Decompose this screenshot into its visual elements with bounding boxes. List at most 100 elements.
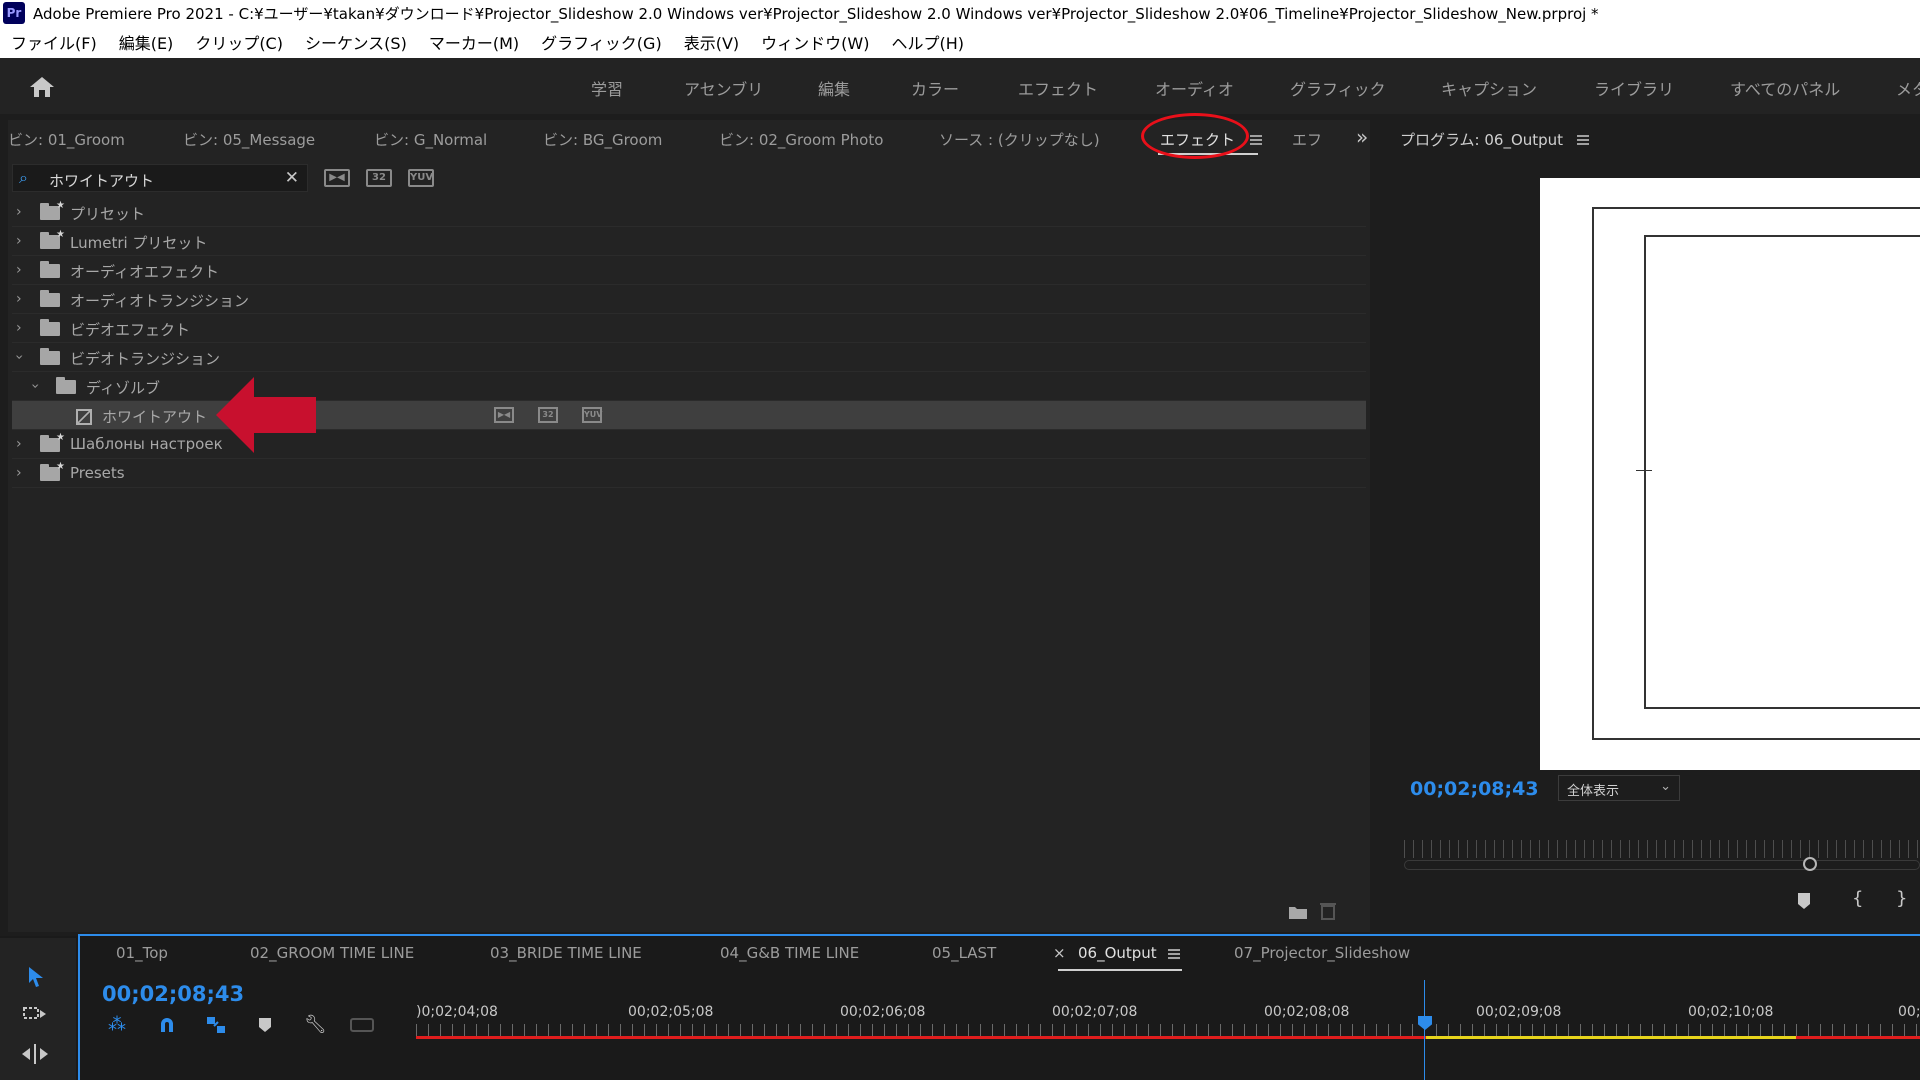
program-zoom-scrollbar[interactable] <box>1404 860 1920 870</box>
clear-search-icon[interactable]: ✕ <box>285 168 299 188</box>
menu-help[interactable]: ヘルプ(H) <box>880 30 975 54</box>
workspace-assembly[interactable]: アセンブリ <box>684 76 763 100</box>
star-icon: ★ <box>56 432 65 443</box>
menu-file[interactable]: ファイル(F) <box>0 30 108 54</box>
star-icon: ★ <box>56 200 65 211</box>
nest-sequence-icon[interactable]: ⁂ <box>108 1014 126 1035</box>
chevron-right-icon[interactable]: › <box>16 262 22 278</box>
workspace-audio[interactable]: オーディオ <box>1155 76 1234 100</box>
close-tab-icon[interactable]: × <box>1053 944 1066 962</box>
tab-bin-01-groom[interactable]: ビン: 01_Groom <box>8 129 125 150</box>
timeline-timecode[interactable]: 00;02;08;43 <box>102 982 244 1006</box>
list-item[interactable]: › ★ プリセット <box>12 198 1366 227</box>
workspace-captions[interactable]: キャプション <box>1441 76 1537 100</box>
menu-sequence[interactable]: シーケンス(S) <box>294 30 418 54</box>
timecode-label: )0;02;04;08 <box>416 1004 498 1020</box>
chevron-right-icon[interactable]: › <box>16 291 22 307</box>
window-title: Adobe Premiere Pro 2021 - C:¥ユーザー¥takan¥… <box>33 4 1599 23</box>
accelerated-effects-filter-icon[interactable]: ▶◀ <box>324 169 350 187</box>
32bit-filter-icon[interactable]: 32 <box>366 169 392 187</box>
program-monitor-title: プログラム: 06_Output <box>1400 131 1564 149</box>
mark-in-icon[interactable]: { <box>1852 888 1863 909</box>
list-item[interactable]: › ★ Presets <box>12 459 1366 488</box>
add-marker-icon[interactable] <box>258 1017 272 1033</box>
effects-search[interactable]: ⌕ ホワイトアウト ✕ <box>12 164 308 192</box>
new-bin-icon[interactable] <box>1288 904 1308 920</box>
program-time-ruler[interactable] <box>1404 840 1920 858</box>
zoom-level-select[interactable]: 全体表示 ⌄ <box>1558 775 1680 801</box>
add-marker-icon[interactable] <box>1797 892 1811 910</box>
selection-tool-icon[interactable] <box>26 966 46 988</box>
workspace-effects[interactable]: エフェクト <box>1018 76 1098 100</box>
workspace-learn[interactable]: 学習 <box>591 76 623 100</box>
tab-effects-truncated[interactable]: エフ <box>1292 129 1322 150</box>
tab-source[interactable]: ソース : (クリップなし) <box>939 129 1100 150</box>
chevron-down-icon[interactable]: › <box>11 354 27 360</box>
workspace-all-panels[interactable]: すべてのパネル <box>1730 76 1840 100</box>
tab-sequence-06-output[interactable]: 06_Output <box>1078 944 1157 962</box>
track-select-tool-icon[interactable] <box>22 1004 50 1026</box>
effects-panel-menu-icon[interactable] <box>1250 135 1262 145</box>
tab-bin-bg-groom[interactable]: ビン: BG_Groom <box>543 129 662 150</box>
chevron-down-icon: ⌄ <box>1660 779 1671 794</box>
tab-bin-g-normal[interactable]: ビン: G_Normal <box>374 129 487 150</box>
workspace-libraries[interactable]: ライブラリ <box>1594 76 1674 100</box>
scrollbar-handle[interactable] <box>1803 857 1817 871</box>
tab-sequence-05-last[interactable]: 05_LAST <box>932 944 996 962</box>
timeline-panel-menu-icon[interactable] <box>1168 949 1180 959</box>
list-item[interactable]: › ビデオトランジション <box>11 343 1366 372</box>
video-inner-frame <box>1644 235 1920 709</box>
timecode-label: 00;02;05;08 <box>628 1004 714 1020</box>
chevron-right-icon[interactable]: › <box>16 436 22 452</box>
chevron-down-icon[interactable]: › <box>27 383 43 389</box>
wrench-icon[interactable]: 🔧︎ <box>304 1014 327 1035</box>
folder-icon <box>40 319 60 336</box>
tab-sequence-04-gb[interactable]: 04_G&B TIME LINE <box>720 944 859 962</box>
star-icon: ★ <box>56 229 65 240</box>
tab-sequence-02-groom[interactable]: 02_GROOM TIME LINE <box>250 944 414 962</box>
mark-out-icon[interactable]: } <box>1896 888 1907 909</box>
tab-bin-05-message[interactable]: ビン: 05_Message <box>183 129 315 150</box>
menu-window[interactable]: ウィンドウ(W) <box>750 30 880 54</box>
playhead-line[interactable] <box>1424 980 1425 1080</box>
home-icon[interactable] <box>28 75 56 99</box>
list-item[interactable]: › ビデオエフェクト <box>12 314 1366 343</box>
window-titlebar: Pr Adobe Premiere Pro 2021 - C:¥ユーザー¥tak… <box>0 0 1920 26</box>
active-sequence-underline <box>1058 969 1182 971</box>
trash-icon[interactable] <box>1320 902 1336 920</box>
32bit-badge-icon: 32 <box>538 407 558 423</box>
menu-clip[interactable]: クリップ(C) <box>184 30 294 54</box>
program-timecode[interactable]: 00;02;08;43 <box>1410 778 1539 800</box>
overflow-tabs-icon[interactable]: » <box>1356 125 1368 149</box>
menu-graphics[interactable]: グラフィック(G) <box>530 30 673 54</box>
render-bar-unrendered <box>416 1036 1426 1039</box>
tab-sequence-03-bride[interactable]: 03_BRIDE TIME LINE <box>490 944 642 962</box>
search-input[interactable]: ホワイトアウト <box>49 170 154 191</box>
yuv-filter-icon[interactable]: YUV <box>408 169 434 187</box>
ripple-edit-tool-icon[interactable] <box>20 1042 50 1066</box>
workspace-editing[interactable]: 編集 <box>818 76 850 100</box>
tab-sequence-07-projector[interactable]: 07_Projector_Slideshow <box>1234 944 1410 962</box>
chevron-right-icon[interactable]: › <box>16 233 22 249</box>
chevron-right-icon[interactable]: › <box>16 465 22 481</box>
tab-sequence-01-top[interactable]: 01_Top <box>116 944 168 962</box>
chevron-right-icon[interactable]: › <box>16 204 22 220</box>
program-panel-menu-icon[interactable] <box>1577 135 1589 145</box>
timecode-label: 00;02;07;08 <box>1052 1004 1138 1020</box>
list-item[interactable]: › オーディオトランジション <box>12 285 1366 314</box>
workspace-graphics[interactable]: グラフィック <box>1290 76 1386 100</box>
menu-marker[interactable]: マーカー(M) <box>418 30 530 54</box>
menu-edit[interactable]: 編集(E) <box>108 30 185 54</box>
list-item[interactable]: › オーディオエフェクト <box>12 256 1366 285</box>
workspace-color[interactable]: カラー <box>911 76 959 100</box>
menu-view[interactable]: 表示(V) <box>673 30 750 54</box>
captions-icon[interactable] <box>350 1018 374 1032</box>
list-item[interactable]: › ★ Lumetri プリセット <box>12 227 1366 256</box>
linked-selection-icon[interactable] <box>206 1016 226 1034</box>
chevron-right-icon[interactable]: › <box>16 320 22 336</box>
tree-label: ディゾルブ <box>86 379 160 397</box>
tab-bin-02-groom-photo[interactable]: ビン: 02_Groom Photo <box>719 129 883 150</box>
timeline-time-ruler[interactable] <box>416 1024 1920 1036</box>
workspace-metadata[interactable]: メタ <box>1896 76 1920 100</box>
snap-magnet-icon[interactable] <box>158 1016 176 1034</box>
